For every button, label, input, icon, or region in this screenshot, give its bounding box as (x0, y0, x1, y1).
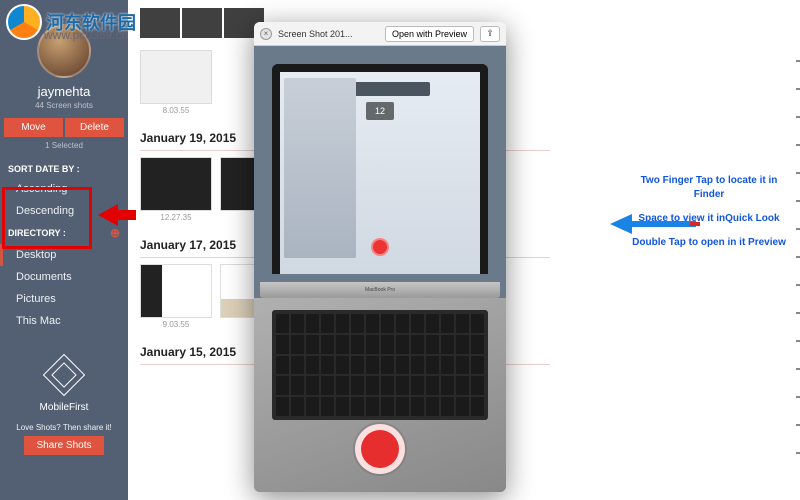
sidebar-item-thismac[interactable]: This Mac (0, 310, 128, 332)
quicklook-image: 12 MacBook Pro (254, 46, 506, 492)
screenshot-thumb[interactable]: 8.03.55 (140, 50, 212, 115)
record-icon (371, 238, 389, 256)
macbook-screen: 12 (272, 64, 488, 274)
help-tips: Two Finger Tap to locate it in Finder Sp… (624, 174, 794, 260)
share-prompt: Love Shots? Then share it! (0, 423, 128, 432)
mobilefirst-logo-icon (43, 354, 85, 396)
thumb[interactable] (140, 8, 180, 38)
thumb[interactable] (182, 8, 222, 38)
sort-header: SORT DATE BY : (0, 160, 128, 178)
macbook-hinge-label: MacBook Pro (260, 282, 500, 298)
countdown-badge: 12 (366, 102, 394, 120)
share-icon[interactable]: ⇪ (480, 26, 500, 42)
quicklook-titlebar: × Screen Shot 201... Open with Preview ⇪ (254, 22, 506, 46)
shot-count: 44 Screen shots (0, 101, 128, 110)
share-shots-button[interactable]: Share Shots (24, 436, 104, 455)
sidebar-item-pictures[interactable]: Pictures (0, 288, 128, 310)
tip-preview: Double Tap to open in it Preview (624, 236, 794, 250)
recording-topbar (330, 82, 430, 96)
selection-count: 1 Selected (0, 141, 128, 150)
quicklook-window: × Screen Shot 201... Open with Preview ⇪… (254, 22, 506, 492)
quicklook-title: Screen Shot 201... (278, 29, 379, 39)
quicklook-close-button[interactable]: × (260, 28, 272, 40)
watermark-url: www.pc0359.cn (44, 28, 128, 42)
screenshot-thumb[interactable]: 12.27.35 (140, 157, 212, 222)
annotation-arrow-icon (98, 204, 118, 226)
keyboard-keys (272, 310, 488, 420)
blue-arrow-icon (610, 214, 632, 234)
record-button-large-icon (355, 424, 405, 474)
username: jaymehta (0, 84, 128, 99)
screenshot-thumb[interactable]: 9.03.55 (140, 264, 212, 329)
right-edge-marks (796, 60, 800, 460)
sidebar-item-documents[interactable]: Documents (0, 266, 128, 288)
sidebar: jaymehta 44 Screen shots Move Delete 1 S… (0, 0, 128, 500)
add-directory-icon[interactable]: ⊕ (110, 226, 120, 240)
move-button[interactable]: Move (4, 118, 63, 137)
mobilefirst-label: MobileFirst (0, 402, 128, 413)
watermark-icon (6, 4, 42, 40)
sidebar-item-desktop[interactable]: Desktop (0, 244, 128, 266)
open-with-preview-button[interactable]: Open with Preview (385, 26, 474, 42)
sort-ascending[interactable]: Ascending (0, 178, 128, 200)
tip-finder: Two Finger Tap to locate it in Finder (624, 174, 794, 202)
macbook-keyboard (254, 298, 506, 492)
delete-button[interactable]: Delete (65, 118, 124, 137)
red-marker-icon (690, 222, 700, 226)
